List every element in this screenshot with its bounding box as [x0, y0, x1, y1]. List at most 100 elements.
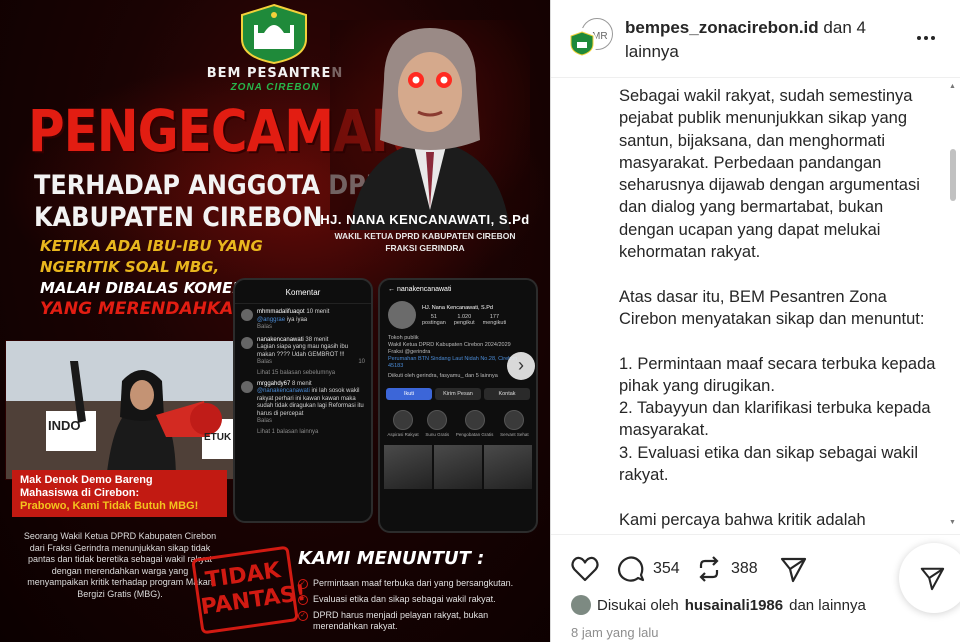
photo-caption: Mak Denok Demo Bareng Mahasiswa di Cireb… — [12, 470, 227, 517]
collab-avatars[interactable]: MR — [567, 18, 615, 66]
check-icon: ✓ — [298, 611, 308, 621]
bio-line: Fraksi @gerindra — [388, 349, 431, 355]
post-image[interactable]: BEM PESANTREN ZONA CIREBON PENGECAMAN TE… — [0, 0, 550, 642]
share-button[interactable] — [899, 543, 960, 613]
poster-body-text: Seorang Wakil Ketua DPRD Kabupaten Cireb… — [23, 531, 217, 599]
grid-thumb — [384, 445, 432, 489]
more-icon[interactable] — [915, 28, 937, 48]
scrollbar-thumb[interactable] — [950, 149, 956, 201]
scrollbar[interactable]: ▲ ▼ — [947, 79, 959, 534]
comments-screenshot: Komentar mhmmadalifuaqot 10 menit @anggr… — [233, 278, 373, 523]
highlight-item: Pengobatan Gratis — [455, 410, 494, 437]
account-names[interactable]: bempes_zonacirebon.id dan 4 lainnya — [625, 16, 885, 64]
comment-like-count: 10 — [358, 359, 365, 365]
repost-icon — [699, 556, 719, 582]
grid-thumb — [434, 445, 482, 489]
comment-user: mrggahdy67 — [257, 380, 291, 387]
caption-paragraph: Sebagai wakil rakyat, sudah semestinya p… — [619, 87, 920, 262]
liked-by[interactable]: Disukai oleh husainali1986 dan lainnya — [571, 595, 866, 615]
heart-icon — [571, 556, 599, 582]
profile-summary: HJ. Nana Kencanawati, S.Pd 51 postingan 1… — [380, 299, 536, 331]
account-username[interactable]: bempes_zonacirebon.id — [625, 18, 819, 37]
stat-label: pengikut — [453, 319, 475, 326]
comment-body: nanakencanawati 38 menit Lagian siapa ya… — [257, 337, 365, 367]
caption-line: Mahasiswa di Cirebon: — [20, 487, 140, 499]
avatar — [567, 28, 597, 58]
profile-display-name: HJ. Nana Kencanawati, S.Pd — [422, 304, 493, 311]
comment-icon — [617, 556, 645, 582]
highlight-label: Pengobatan Gratis — [455, 432, 494, 437]
liked-by-user[interactable]: husainali1986 — [685, 597, 783, 614]
photo-sign-text: INDO — [48, 418, 81, 433]
like-button[interactable] — [571, 555, 599, 583]
comment-body: mrggahdy67 8 menit @nanakencanawati ini … — [257, 381, 365, 426]
post-detail-panel: MR bempes_zonacirebon.id dan 4 lainnya S… — [550, 0, 960, 642]
check-icon: ✓ — [298, 595, 308, 605]
avatar — [241, 380, 253, 393]
comment-item: mhmmadalifuaqot 10 menit @anggrae iya iy… — [235, 304, 371, 332]
check-icon: ✓ — [298, 579, 308, 589]
caption-line: Prabowo, Kami Tidak Butuh MBG! — [20, 500, 199, 512]
protest-photo — [5, 340, 235, 480]
demand-text: Evaluasi etika dan sikap sebagai wakil r… — [313, 594, 496, 604]
post-timestamp[interactable]: 8 jam yang lalu — [571, 625, 658, 640]
stat-label: postingan — [422, 319, 446, 326]
caption-paragraph: Atas dasar itu, BEM Pesantren Zona Cireb… — [619, 287, 925, 328]
story-highlights: Aspirasi Rakyat Sunu Gratis Pengobatan G… — [380, 404, 536, 439]
profile-screenshot: ← nanakencanawati HJ. Nana Kencanawati, … — [378, 278, 538, 533]
demand-item: ✓ DPRD harus menjadi pelayan rakyat, buka… — [298, 610, 528, 632]
account-suffix: dan 4 — [823, 18, 866, 37]
highlight-item: Sunu Gratis — [425, 410, 449, 437]
chevron-right-icon[interactable]: › — [507, 352, 535, 380]
send-button[interactable] — [779, 555, 807, 583]
post-header: MR bempes_zonacirebon.id dan 4 lainnya — [551, 0, 960, 78]
comment-text: iya iyaa — [286, 316, 308, 323]
official-name: HJ. NANA KENCANAWATI, S.Pd — [320, 212, 530, 227]
photo-sign-text: ETUK — [204, 432, 232, 443]
caption-paragraph: Kami percaya bahwa kritik adalah — [619, 510, 866, 529]
demand-text: DPRD harus menjadi pelayan rakyat, bukan… — [313, 610, 489, 631]
caption-scroll-area[interactable]: Sebagai wakil rakyat, sudah semestinya p… — [551, 79, 960, 534]
comment-mention: @anggrae — [257, 316, 286, 323]
profile-stats-wrap: HJ. Nana Kencanawati, S.Pd 51 postingan 1… — [422, 305, 506, 326]
profile-stats: 51 postingan 1.020 pengikut 177 mengikuti — [422, 314, 506, 326]
comment-item: mrggahdy67 8 menit @nanakencanawati ini … — [235, 376, 371, 426]
bio-line: Wakil Ketua DPRD Kabupaten Cirebon 2024/… — [388, 342, 511, 348]
message-button: Kirim Pesan — [435, 388, 481, 400]
emblem-icon — [570, 31, 594, 56]
highlight-label: Servant Sehat — [500, 432, 529, 437]
account-suffix: lainnya — [625, 42, 679, 61]
comment-time: 8 menit — [292, 380, 312, 387]
instagram-post-view: BEM PESANTREN ZONA CIREBON PENGECAMAN TE… — [0, 0, 960, 642]
profile-buttons: Ikuti Kirim Pesan Kontak — [380, 384, 536, 404]
share-icon — [920, 567, 945, 591]
tidak-pantas-stamp: TIDAK PANTAS! — [191, 545, 308, 635]
comments-count: 354 — [653, 560, 680, 577]
official-portrait — [330, 20, 530, 230]
comment-item: nanakencanawati 38 menit Lagian siapa ya… — [235, 332, 371, 367]
stat-label: mengikuti — [482, 319, 507, 326]
caption-paragraph: 1. Permintaan maaf secara terbuka kepada… — [619, 354, 936, 485]
profile-header: ← nanakencanawati — [380, 280, 536, 299]
repost-button[interactable]: 388 — [695, 555, 758, 583]
demand-text: Permintaan maaf terbuka dari yang bersan… — [313, 578, 514, 588]
comment-button[interactable]: 354 — [617, 555, 680, 583]
poster-tagline: KETIKA ADA IBU-IBU YANG NGERITIK SOAL MB… — [40, 236, 263, 320]
comment-reply: Balas — [257, 418, 273, 424]
bio-line: Tokoh publik — [388, 335, 419, 341]
liked-by-prefix: Disukai oleh — [597, 596, 679, 614]
avatar — [241, 309, 253, 321]
highlight-thumb — [504, 410, 525, 430]
comment-body: mhmmadalifuaqot 10 menit @anggrae iya iy… — [257, 309, 365, 332]
stat-following: 177 mengikuti — [483, 314, 507, 326]
tagline-line: NGERITIK SOAL MBG, — [40, 258, 220, 276]
comment-text: Lagian siapa yang mau ngasih ibu makan ?… — [257, 344, 349, 358]
scroll-up-icon[interactable]: ▲ — [949, 83, 956, 90]
followed-by: Diikuti oleh gerindra, fasyamu_ dan 5 la… — [388, 373, 498, 379]
highlight-label: Aspirasi Rakyat — [387, 432, 419, 437]
liked-by-suffix: dan lainnya — [789, 596, 866, 614]
follow-button: Ikuti — [386, 388, 432, 400]
scroll-down-icon[interactable]: ▼ — [949, 519, 956, 526]
highlight-thumb — [392, 410, 413, 430]
avatar — [571, 595, 591, 615]
